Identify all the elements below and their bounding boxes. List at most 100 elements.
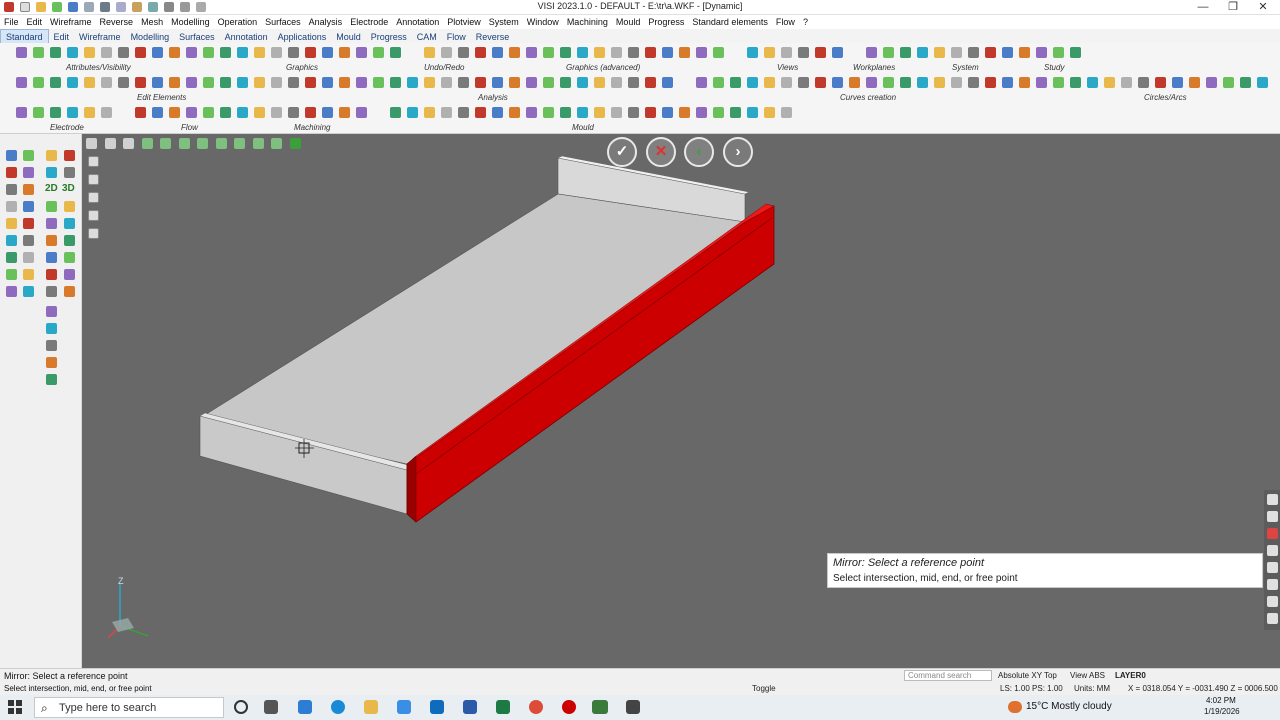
ribbon-row2-tool-icon[interactable] [475, 77, 486, 88]
close-button[interactable]: ✕ [1248, 0, 1278, 15]
right-panel-icon[interactable] [1267, 494, 1278, 505]
word-icon[interactable] [463, 700, 477, 714]
ribbon-row2-tool-icon[interactable] [747, 77, 758, 88]
ribbon-row2-tool-icon[interactable] [407, 77, 418, 88]
left-tool-icon[interactable] [46, 167, 57, 178]
ribbon-row1-tool-icon[interactable] [373, 47, 384, 58]
ribbon-row2-tool-icon[interactable] [883, 77, 894, 88]
menu-operation[interactable]: Operation [214, 15, 262, 29]
ribbon-row2-tool-icon[interactable] [611, 77, 622, 88]
ribbon-row2-tool-icon[interactable] [1223, 77, 1234, 88]
tab-wireframe[interactable]: Wireframe [74, 30, 126, 44]
right-panel-icon[interactable] [1267, 596, 1278, 607]
ribbon-row2-tool-icon[interactable] [1019, 77, 1030, 88]
ribbon-row3-tool-icon[interactable] [339, 107, 350, 118]
ribbon-row1-tool-icon[interactable] [645, 47, 656, 58]
ribbon-row2-tool-icon[interactable] [730, 77, 741, 88]
view-field[interactable]: View ABS [1070, 671, 1105, 680]
tab-applications[interactable]: Applications [273, 30, 332, 44]
menu-standard-elements[interactable]: Standard elements [688, 15, 772, 29]
ribbon-row3-tool-icon[interactable] [390, 107, 401, 118]
view-3d-button[interactable]: 3D [62, 183, 75, 194]
left-tool-icon[interactable] [46, 306, 57, 317]
ribbon-row2-tool-icon[interactable] [152, 77, 163, 88]
ribbon-row2-tool-icon[interactable] [1087, 77, 1098, 88]
tab-modelling[interactable]: Modelling [126, 30, 175, 44]
ribbon-row1-tool-icon[interactable] [322, 47, 333, 58]
ribbon-row3-tool-icon[interactable] [441, 107, 452, 118]
right-panel-icon[interactable] [1267, 613, 1278, 624]
ribbon-row2-tool-icon[interactable] [1257, 77, 1268, 88]
menu-flow[interactable]: Flow [772, 15, 799, 29]
ribbon-row2-tool-icon[interactable] [798, 77, 809, 88]
graphics-viewport[interactable]: ✓ ✕ ‹ › Z Mirror: Select a reference poi… [82, 134, 1280, 668]
ribbon-row2-tool-icon[interactable] [781, 77, 792, 88]
left-tool-icon[interactable] [23, 184, 34, 195]
visi-app-icon[interactable] [592, 700, 608, 714]
ribbon-row1-tool-icon[interactable] [203, 47, 214, 58]
ribbon-row3-tool-icon[interactable] [730, 107, 741, 118]
ribbon-row3-tool-icon[interactable] [220, 107, 231, 118]
ribbon-row1-tool-icon[interactable] [458, 47, 469, 58]
ribbon-row1-tool-icon[interactable] [1036, 47, 1047, 58]
ribbon-row2-tool-icon[interactable] [67, 77, 78, 88]
menu-wireframe[interactable]: Wireframe [46, 15, 96, 29]
ribbon-row1-tool-icon[interactable] [951, 47, 962, 58]
ribbon-row2-tool-icon[interactable] [543, 77, 554, 88]
ribbon-row2-tool-icon[interactable] [1104, 77, 1115, 88]
ribbon-row2-tool-icon[interactable] [33, 77, 44, 88]
left-tool-icon[interactable] [64, 150, 75, 161]
ribbon-row1-tool-icon[interactable] [866, 47, 877, 58]
weather-text[interactable]: 15°C Mostly cloudy [1026, 701, 1112, 712]
ribbon-row3-tool-icon[interactable] [611, 107, 622, 118]
right-panel-icon[interactable] [1267, 528, 1278, 539]
command-search-input[interactable]: Command search [904, 670, 992, 681]
ribbon-row1-tool-icon[interactable] [67, 47, 78, 58]
menu-electrode[interactable]: Electrode [346, 15, 392, 29]
ribbon-row1-tool-icon[interactable] [815, 47, 826, 58]
ribbon-row2-tool-icon[interactable] [917, 77, 928, 88]
ribbon-row3-tool-icon[interactable] [543, 107, 554, 118]
recorder-icon[interactable] [562, 700, 576, 714]
ribbon-row2-tool-icon[interactable] [1189, 77, 1200, 88]
ribbon-row1-tool-icon[interactable] [985, 47, 996, 58]
left-tool-icon[interactable] [46, 252, 57, 263]
ribbon-row2-tool-icon[interactable] [322, 77, 333, 88]
ribbon-row3-tool-icon[interactable] [594, 107, 605, 118]
calculator-icon[interactable] [626, 700, 640, 714]
view-2d-button[interactable]: 2D [45, 183, 58, 194]
ribbon-row3-tool-icon[interactable] [679, 107, 690, 118]
ribbon-row2-tool-icon[interactable] [526, 77, 537, 88]
ribbon-row2-tool-icon[interactable] [951, 77, 962, 88]
ribbon-row3-tool-icon[interactable] [84, 107, 95, 118]
ribbon-row2-tool-icon[interactable] [696, 77, 707, 88]
ribbon-row3-tool-icon[interactable] [50, 107, 61, 118]
ribbon-row2-tool-icon[interactable] [16, 77, 27, 88]
windows-start-icon[interactable] [8, 700, 22, 714]
ribbon-row3-tool-icon[interactable] [203, 107, 214, 118]
ribbon-row1-tool-icon[interactable] [611, 47, 622, 58]
left-tool-icon[interactable] [6, 235, 17, 246]
menu-system[interactable]: System [485, 15, 523, 29]
left-tool-icon[interactable] [6, 269, 17, 280]
excel-icon[interactable] [496, 700, 510, 714]
ribbon-row2-tool-icon[interactable] [169, 77, 180, 88]
ribbon-row1-tool-icon[interactable] [560, 47, 571, 58]
ribbon-row3-tool-icon[interactable] [458, 107, 469, 118]
ribbon-row1-tool-icon[interactable] [679, 47, 690, 58]
ribbon-row3-tool-icon[interactable] [475, 107, 486, 118]
edge-icon[interactable] [331, 700, 345, 714]
left-tool-icon[interactable] [64, 201, 75, 212]
ribbon-row2-tool-icon[interactable] [1002, 77, 1013, 88]
minimize-button[interactable]: — [1188, 0, 1218, 15]
menu-progress[interactable]: Progress [644, 15, 688, 29]
ribbon-row2-tool-icon[interactable] [101, 77, 112, 88]
ribbon-row3-tool-icon[interactable] [16, 107, 27, 118]
task-view-icon[interactable] [264, 700, 278, 714]
taskbar-search[interactable]: ⌕ Type here to search [34, 697, 224, 718]
ribbon-row1-tool-icon[interactable] [917, 47, 928, 58]
ribbon-row1-tool-icon[interactable] [594, 47, 605, 58]
ribbon-row1-tool-icon[interactable] [968, 47, 979, 58]
ribbon-row3-tool-icon[interactable] [628, 107, 639, 118]
ribbon-row1-tool-icon[interactable] [1070, 47, 1081, 58]
